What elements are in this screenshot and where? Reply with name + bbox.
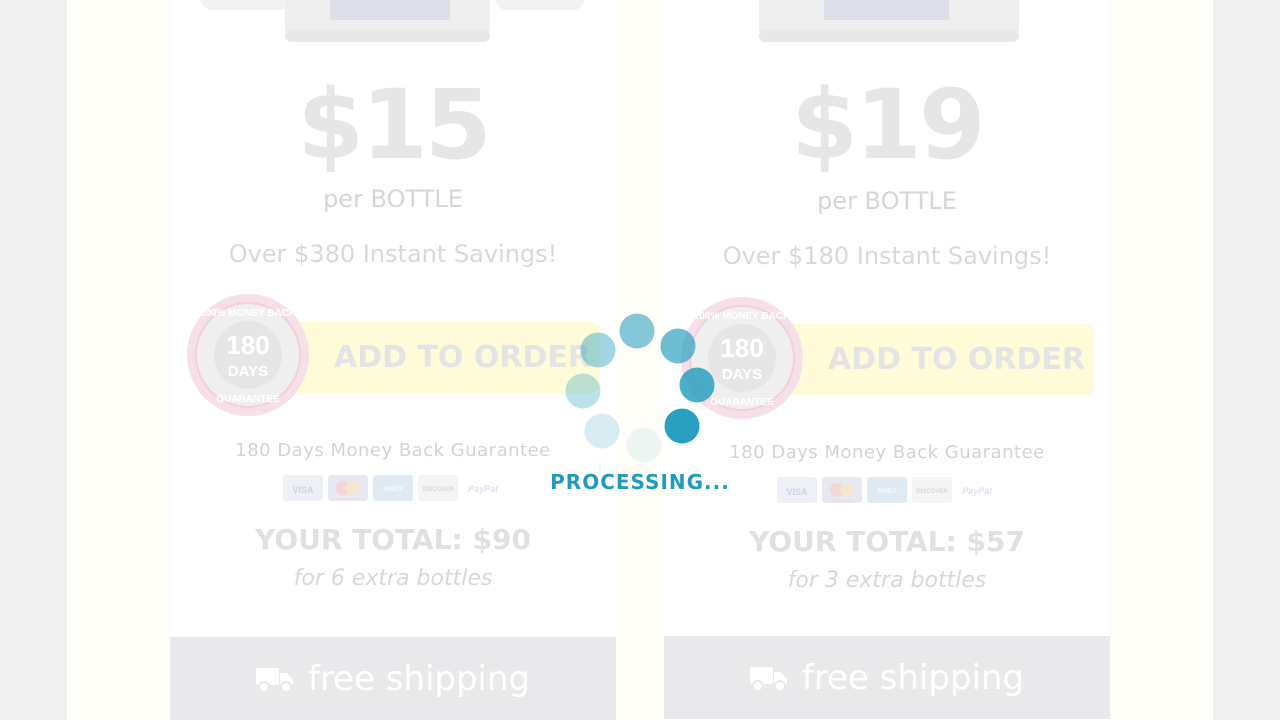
offer-card-3-bottles: $19 per BOTTLE Over $180 Instant Savings…	[664, 0, 1110, 720]
payment-methods: VISA MasterCard AMEX DISCOVER PayPal	[283, 475, 503, 501]
instant-savings-text: Over $180 Instant Savings!	[722, 242, 1052, 270]
money-back-seal-icon: 180 DAYS 100% MONEY BACK GUARANTEE	[187, 294, 309, 416]
extra-bottles-note: for 3 extra bottles	[787, 568, 987, 593]
loading-spinner-icon	[565, 313, 715, 463]
discover-logo: DISCOVER	[422, 487, 454, 493]
payment-methods: VISA MasterCard AMEX DISCOVER PayPal	[777, 477, 997, 503]
amex-logo: AMEX	[877, 488, 898, 495]
instant-savings-text: Over $380 Instant Savings!	[228, 240, 558, 268]
free-shipping-label: free shipping	[801, 657, 1025, 698]
badge-days-number: 180	[226, 330, 269, 360]
free-shipping-bar[interactable]: free shipping	[664, 636, 1110, 719]
extra-bottles-note: for 6 extra bottles	[293, 566, 493, 591]
price-per-bottle: $19	[791, 69, 985, 181]
add-to-order-label: ADD TO ORDER	[828, 342, 1085, 377]
truck-icon	[749, 666, 787, 692]
free-shipping-label: free shipping	[307, 658, 531, 699]
amex-logo: AMEX	[383, 486, 404, 493]
truck-icon	[255, 667, 293, 693]
per-bottle-label: per BOTTLE	[323, 185, 463, 213]
add-to-order-button[interactable]: ADD TO ORDER	[779, 324, 1094, 395]
add-to-order-button[interactable]: ADD TO ORDER	[285, 322, 600, 393]
badge-days-number: 180	[720, 333, 763, 363]
visa-logo: VISA	[292, 485, 314, 495]
badge-days-label: DAYS	[228, 363, 268, 380]
mastercard-logo: MasterCard	[832, 498, 853, 503]
processing-status: PROCESSING...	[550, 470, 730, 494]
offer-card-6-bottles: $15 per BOTTLE Over $380 Instant Savings…	[170, 0, 616, 720]
guarantee-text: 180 Days Money Back Guarantee	[729, 442, 1045, 463]
product-bottles-image	[759, 0, 1019, 42]
order-total: YOUR TOTAL: $90	[255, 523, 531, 556]
price-per-bottle: $15	[297, 69, 491, 181]
paypal-logo: PayPal	[962, 486, 992, 496]
badge-top-text: 100% MONEY BACK	[200, 308, 297, 319]
order-total: YOUR TOTAL: $57	[749, 525, 1025, 558]
paypal-logo: PayPal	[468, 484, 498, 494]
add-to-order-label: ADD TO ORDER	[334, 340, 591, 375]
guarantee-text: 180 Days Money Back Guarantee	[235, 440, 551, 461]
mastercard-logo: MasterCard	[338, 496, 359, 501]
visa-logo: VISA	[786, 487, 808, 497]
badge-days-label: DAYS	[722, 366, 762, 383]
product-bottles-image	[200, 0, 585, 42]
badge-bottom-text: GUARANTEE	[216, 394, 280, 405]
free-shipping-bar[interactable]: free shipping	[170, 637, 616, 720]
per-bottle-label: per BOTTLE	[817, 187, 957, 215]
discover-logo: DISCOVER	[916, 489, 948, 495]
